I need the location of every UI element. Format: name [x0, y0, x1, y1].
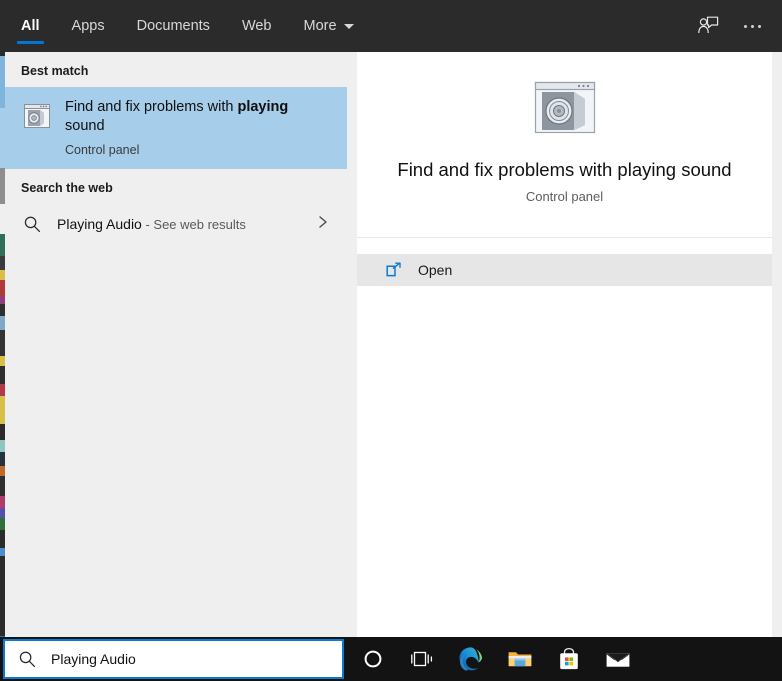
task-view-icon[interactable] — [397, 637, 446, 681]
results-list: Best match Find and fix problems with pl… — [5, 52, 347, 637]
mail-icon[interactable] — [593, 637, 642, 681]
tab-web-label: Web — [241, 18, 272, 34]
windows-search-flyout: All Apps Documents Web More Best match F… — [0, 0, 782, 681]
web-result-row[interactable]: Playing Audio - See web results — [5, 204, 347, 244]
tab-apps-label: Apps — [71, 18, 105, 34]
best-match-subtitle: Control panel — [65, 143, 140, 157]
best-match-title-highlight: playing — [237, 99, 289, 115]
chevron-down-icon — [343, 23, 354, 29]
best-match-result[interactable]: Find and fix problems with playing sound… — [5, 87, 347, 169]
preview-title: Find and fix problems with playing sound — [397, 159, 732, 180]
file-explorer-icon[interactable] — [495, 637, 544, 681]
tab-more-label: More — [303, 18, 337, 34]
open-external-icon — [385, 261, 403, 279]
open-action-label: Open — [418, 262, 453, 278]
best-match-title-suffix: sound — [65, 118, 105, 134]
ellipsis-dots — [743, 24, 761, 28]
search-the-web-heading: Search the web — [21, 181, 113, 195]
person-feedback-icon[interactable] — [686, 4, 730, 48]
troubleshooter-sound-icon — [533, 80, 597, 135]
open-action-row[interactable]: Open — [357, 254, 772, 286]
header-actions — [686, 0, 774, 52]
tab-web[interactable]: Web — [226, 0, 288, 52]
tab-documents-label: Documents — [136, 18, 210, 34]
taskbar-icons — [348, 637, 642, 681]
best-match-title: Find and fix problems with playing sound — [65, 98, 315, 136]
tab-all[interactable]: All — [5, 0, 56, 52]
preview-subtitle: Control panel — [525, 189, 604, 204]
edge-icon[interactable] — [446, 637, 495, 681]
tab-documents[interactable]: Documents — [121, 0, 226, 52]
taskbar-search-input[interactable]: Playing Audio — [3, 639, 344, 679]
preview-pane: Find and fix problems with playing sound… — [357, 52, 782, 637]
best-match-text: Find and fix problems with playing sound… — [65, 97, 315, 157]
taskbar: Playing Audio — [0, 637, 782, 681]
active-tab-indicator — [17, 41, 44, 44]
tab-apps[interactable]: Apps — [56, 0, 121, 52]
troubleshooter-sound-icon — [21, 100, 53, 132]
microsoft-store-icon[interactable] — [544, 637, 593, 681]
best-match-title-prefix: Find and fix problems with — [65, 99, 238, 115]
web-result-suffix: - See web results — [141, 217, 246, 232]
chevron-right-icon[interactable] — [317, 214, 329, 235]
tab-all-label: All — [21, 18, 40, 34]
cortana-icon[interactable] — [348, 637, 397, 681]
search-header: All Apps Documents Web More — [5, 0, 782, 52]
search-icon — [21, 215, 43, 233]
preview-card: Find and fix problems with playing sound… — [357, 52, 772, 237]
ellipsis-icon[interactable] — [730, 4, 774, 48]
best-match-heading: Best match — [21, 64, 89, 78]
web-result-query: Playing Audio — [57, 216, 142, 232]
web-result-label: Playing Audio - See web results — [57, 216, 317, 232]
search-icon — [17, 650, 37, 668]
preview-divider — [357, 237, 772, 255]
preview-body-empty — [357, 286, 772, 637]
tab-more[interactable]: More — [288, 0, 370, 52]
search-input-value: Playing Audio — [51, 651, 136, 667]
search-scope-tabs: All Apps Documents Web More — [5, 0, 370, 52]
